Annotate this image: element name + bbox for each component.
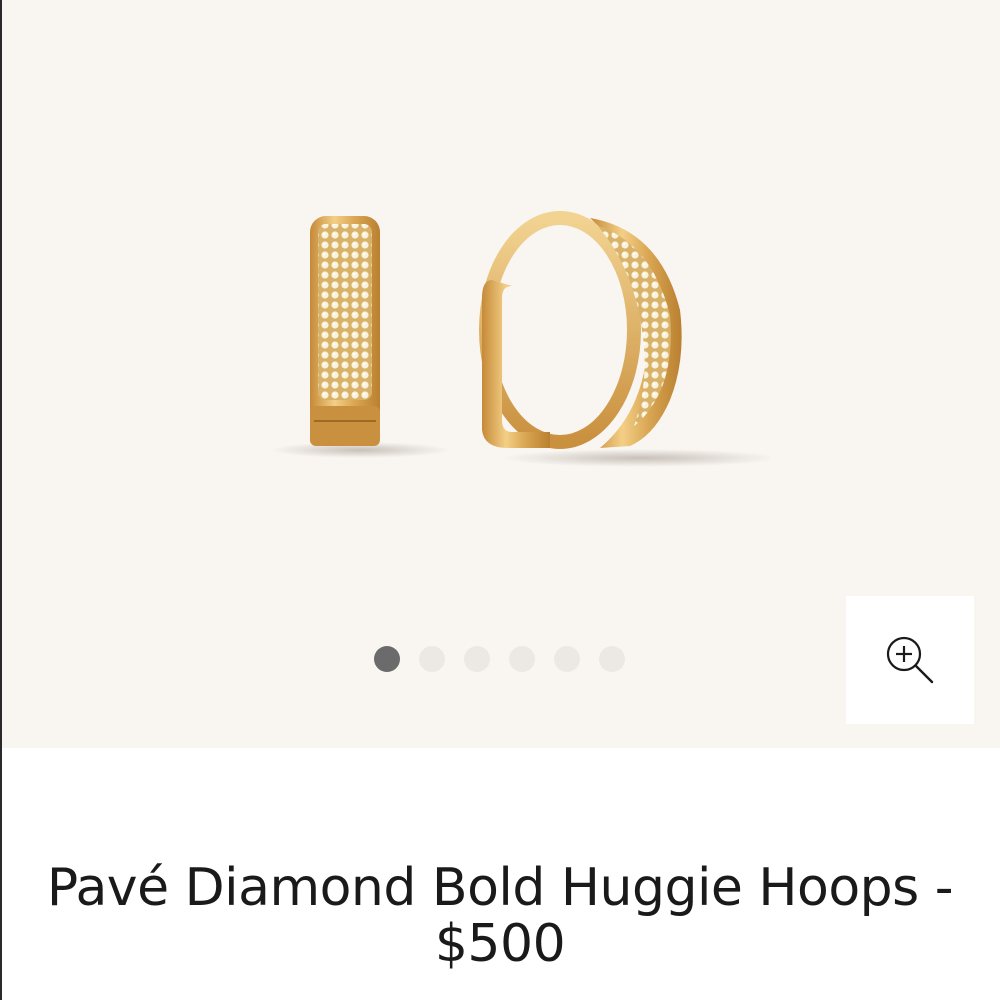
zoom-button[interactable]	[846, 596, 974, 724]
gallery-dot-1[interactable]	[374, 646, 400, 672]
product-page: Pavé Diamond Bold Huggie Hoops - $500	[0, 0, 1000, 1000]
product-image[interactable]	[250, 180, 770, 500]
gallery-dot-4[interactable]	[509, 646, 535, 672]
product-image-gallery[interactable]	[0, 0, 1000, 748]
gallery-pagination	[374, 646, 625, 672]
gallery-dot-5[interactable]	[554, 646, 580, 672]
gallery-dot-2[interactable]	[419, 646, 445, 672]
window-edge	[0, 0, 2, 1000]
gallery-dot-3[interactable]	[464, 646, 490, 672]
product-title: Pavé Diamond Bold Huggie Hoops - $500	[46, 858, 954, 974]
gallery-dot-6[interactable]	[599, 646, 625, 672]
zoom-in-icon	[886, 636, 934, 684]
product-info: Pavé Diamond Bold Huggie Hoops - $500	[0, 860, 1000, 972]
